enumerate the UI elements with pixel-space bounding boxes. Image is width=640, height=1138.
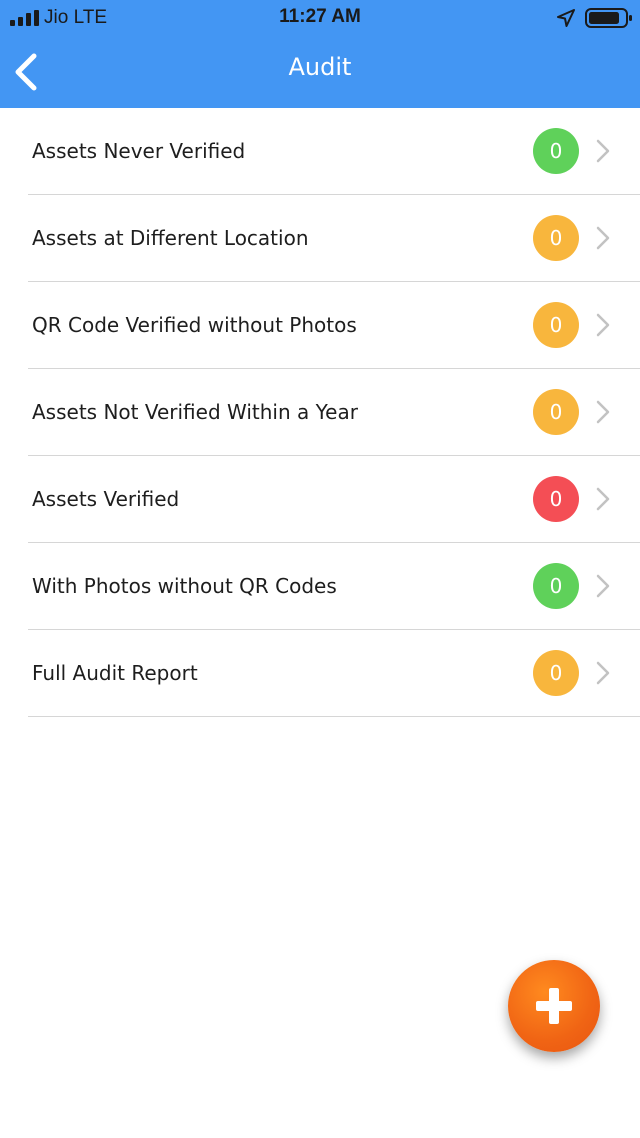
plus-icon [536,988,572,1024]
count-badge: 0 [533,389,579,435]
chevron-right-icon [596,574,610,598]
audit-list: Assets Never Verified 0 Assets at Differ… [0,108,640,717]
app-header: Jio LTE 11:27 AM Audit [0,0,640,108]
count-badge: 0 [533,650,579,696]
chevron-right-icon [596,400,610,424]
audit-row-not-verified-within-year[interactable]: Assets Not Verified Within a Year 0 [28,369,640,456]
count-badge: 0 [533,563,579,609]
row-label: Assets Not Verified Within a Year [32,400,358,424]
audit-row-assets-never-verified[interactable]: Assets Never Verified 0 [28,108,640,195]
count-badge: 0 [533,302,579,348]
audit-row-assets-verified[interactable]: Assets Verified 0 [28,456,640,543]
row-label: With Photos without QR Codes [32,574,337,598]
row-label: QR Code Verified without Photos [32,313,357,337]
count-badge: 0 [533,215,579,261]
chevron-right-icon [596,661,610,685]
audit-row-assets-different-location[interactable]: Assets at Different Location 0 [28,195,640,282]
count-badge: 0 [533,128,579,174]
page-title: Audit [288,53,352,81]
audit-row-photos-without-qr[interactable]: With Photos without QR Codes 0 [28,543,640,630]
chevron-right-icon [596,313,610,337]
row-label: Full Audit Report [32,661,198,685]
chevron-right-icon [596,139,610,163]
battery-icon [585,8,632,28]
row-label: Assets Never Verified [32,139,246,163]
row-label: Assets Verified [32,487,180,511]
count-badge: 0 [533,476,579,522]
status-bar: Jio LTE 11:27 AM [0,0,640,36]
chevron-right-icon [596,487,610,511]
audit-row-full-audit-report[interactable]: Full Audit Report 0 [28,630,640,717]
location-arrow-icon [557,9,575,27]
audit-row-qr-verified-without-photos[interactable]: QR Code Verified without Photos 0 [28,282,640,369]
row-label: Assets at Different Location [32,226,309,250]
chevron-right-icon [596,226,610,250]
add-button[interactable] [508,960,600,1052]
status-time: 11:27 AM [279,6,361,27]
